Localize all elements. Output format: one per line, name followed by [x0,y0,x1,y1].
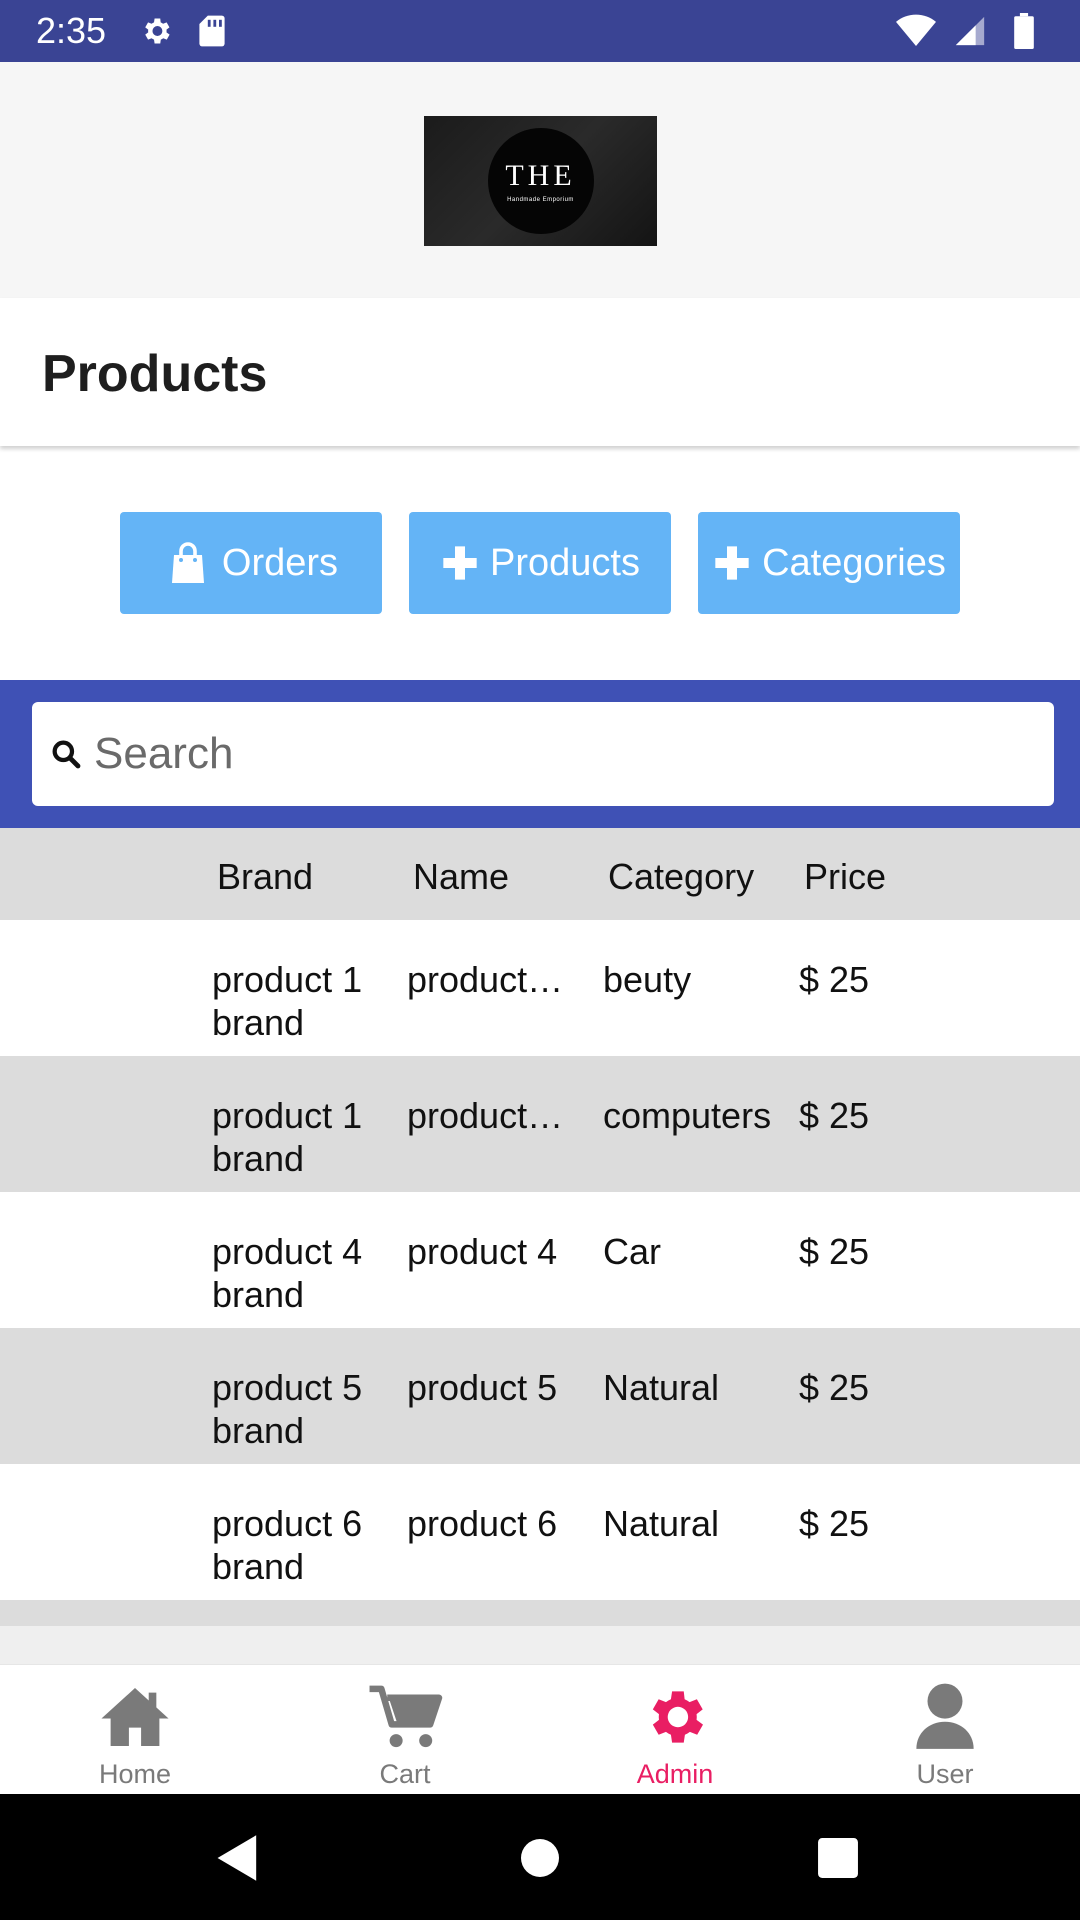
wifi-icon [896,11,936,51]
cell-category: Natural [603,1367,720,1408]
search-input[interactable] [94,729,994,779]
add-category-button[interactable]: Categories [698,512,960,614]
logo-subtext: Handmade Emporium [507,197,574,203]
shopping-bag-icon [164,539,212,587]
table-row[interactable]: product 5 brand product 5 Natural $ 25 [0,1328,1080,1464]
add-product-button-label: Products [490,541,640,584]
column-header-brand[interactable]: Brand [217,856,313,898]
bottom-nav: Home Cart Admin User [0,1664,1080,1794]
cell-brand: product 1 brand [212,1095,363,1179]
nav-home-label: Home [98,1759,172,1789]
nav-cart-label: Cart [379,1759,431,1789]
cell-price: $ 25 [799,1503,870,1544]
add-product-button[interactable]: Products [409,512,671,614]
table-row[interactable]: product 1 brand product… beuty $ 25 [0,920,1080,1056]
cell-brand: product 5 brand [212,1367,363,1451]
cell-brand: product 1 brand [212,959,363,1043]
status-time: 2:35 [36,10,107,51]
orders-button[interactable]: Orders [120,512,382,614]
cell-name: product 6 [407,1503,558,1544]
cell-name: product… [407,1095,564,1136]
nav-admin-label: Admin [636,1759,714,1789]
status-bar: 2:35 [0,0,1080,62]
page-title: Products [42,345,268,403]
cell-name: product 4 [407,1231,558,1272]
cell-category: beuty [603,959,692,1000]
cell-category: Car [603,1231,662,1272]
column-header-category[interactable]: Category [608,856,808,898]
orders-button-label: Orders [221,541,339,584]
cart-icon [365,1679,445,1755]
table-footer [0,1626,1080,1664]
home-icon [95,1679,175,1755]
sd-card-icon [192,11,232,51]
cell-price: $ 25 [799,959,870,1000]
table-header: Brand Name Category Price [0,828,1080,920]
user-icon [905,1679,985,1755]
battery-icon [1004,11,1044,51]
gear-icon [635,1679,715,1755]
admin-actions: Orders Products Categories [0,512,1080,614]
table-row[interactable]: product 1 brand product… computers $ 25 [0,1056,1080,1192]
cell-brand: product 6 brand [212,1503,363,1587]
home-circle-icon[interactable] [512,1830,568,1886]
column-header-price[interactable]: Price [804,856,886,898]
cell-category: Natural [603,1503,720,1544]
search-icon [46,734,86,774]
brand-logo: THE Handmade Emporium [424,116,657,246]
column-header-name[interactable]: Name [413,856,509,898]
cell-price: $ 25 [799,1095,870,1136]
nav-home[interactable]: Home [0,1665,270,1795]
logo-text: THE [505,159,576,192]
signal-icon [950,11,990,51]
table-row[interactable]: product 6 brand product 6 Natural $ 25 [0,1464,1080,1600]
logo-emblem: THE Handmade Emporium [487,128,594,234]
cell-price: $ 25 [799,1231,870,1272]
nav-user[interactable]: User [810,1665,1080,1795]
back-icon[interactable] [210,1830,266,1886]
nav-user-label: User [916,1759,974,1789]
table-row[interactable]: product 4 brand product 4 Car $ 25 [0,1192,1080,1328]
recents-icon[interactable] [810,1830,866,1886]
gear-icon [136,11,176,51]
search-box[interactable] [32,702,1054,806]
cell-name: product… [407,959,564,1000]
system-nav-bar [0,1794,1080,1920]
nav-admin[interactable]: Admin [540,1665,810,1795]
cell-category: computers [603,1095,772,1136]
cell-name: product 5 [407,1367,558,1408]
products-table: Brand Name Category Price product 1 bran… [0,828,1080,1664]
table-row-partial [0,1600,1080,1626]
cell-price: $ 25 [799,1367,870,1408]
add-category-button-label: Categories [762,541,946,584]
plus-icon [712,543,752,583]
search-bar [0,680,1080,828]
title-bar: Products [0,298,1080,446]
nav-cart[interactable]: Cart [270,1665,540,1795]
app-header: THE Handmade Emporium [0,62,1080,298]
plus-icon [440,543,480,583]
cell-brand: product 4 brand [212,1231,363,1315]
